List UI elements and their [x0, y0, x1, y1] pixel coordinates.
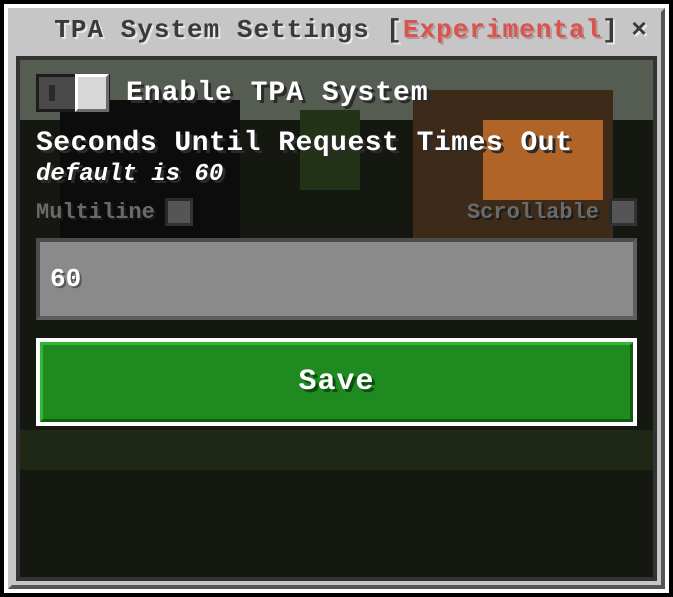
enable-tpa-toggle[interactable]: [36, 74, 110, 112]
scrollable-label: Scrollable: [467, 200, 599, 225]
bracket-close: ]: [602, 15, 619, 45]
timeout-input-value: 60: [50, 264, 81, 294]
bracket-open: [: [386, 15, 403, 45]
toggle-knob: [75, 74, 109, 112]
close-icon: ×: [631, 15, 647, 45]
close-button[interactable]: ×: [623, 14, 655, 46]
multiline-option: Multiline: [36, 198, 193, 226]
dialog-frame: TPA System Settings [Experimental] × Ena…: [4, 4, 669, 593]
experimental-tag: Experimental: [403, 15, 602, 45]
timeout-label: Seconds Until Request Times Out: [36, 128, 637, 159]
enable-tpa-label: Enable TPA System: [126, 78, 429, 109]
scrollable-option: Scrollable: [467, 198, 637, 226]
multiline-label: Multiline: [36, 200, 155, 225]
settings-form: Enable TPA System Seconds Until Request …: [20, 60, 653, 440]
timeout-hint: default is 60: [36, 161, 637, 188]
dialog-body: Enable TPA System Seconds Until Request …: [16, 56, 657, 581]
toggle-on-indicator: [49, 85, 55, 101]
timeout-input[interactable]: 60: [36, 238, 637, 320]
multiline-checkbox[interactable]: [165, 198, 193, 226]
dialog-title: TPA System Settings [Experimental]: [54, 15, 619, 45]
title-prefix: TPA System Settings: [54, 15, 386, 45]
enable-toggle-row: Enable TPA System: [36, 74, 637, 112]
save-button-label: Save: [298, 365, 374, 399]
scrollable-checkbox[interactable]: [609, 198, 637, 226]
input-options-row: Multiline Scrollable: [36, 198, 637, 226]
save-button[interactable]: Save: [36, 338, 637, 426]
titlebar: TPA System Settings [Experimental] ×: [8, 8, 665, 52]
